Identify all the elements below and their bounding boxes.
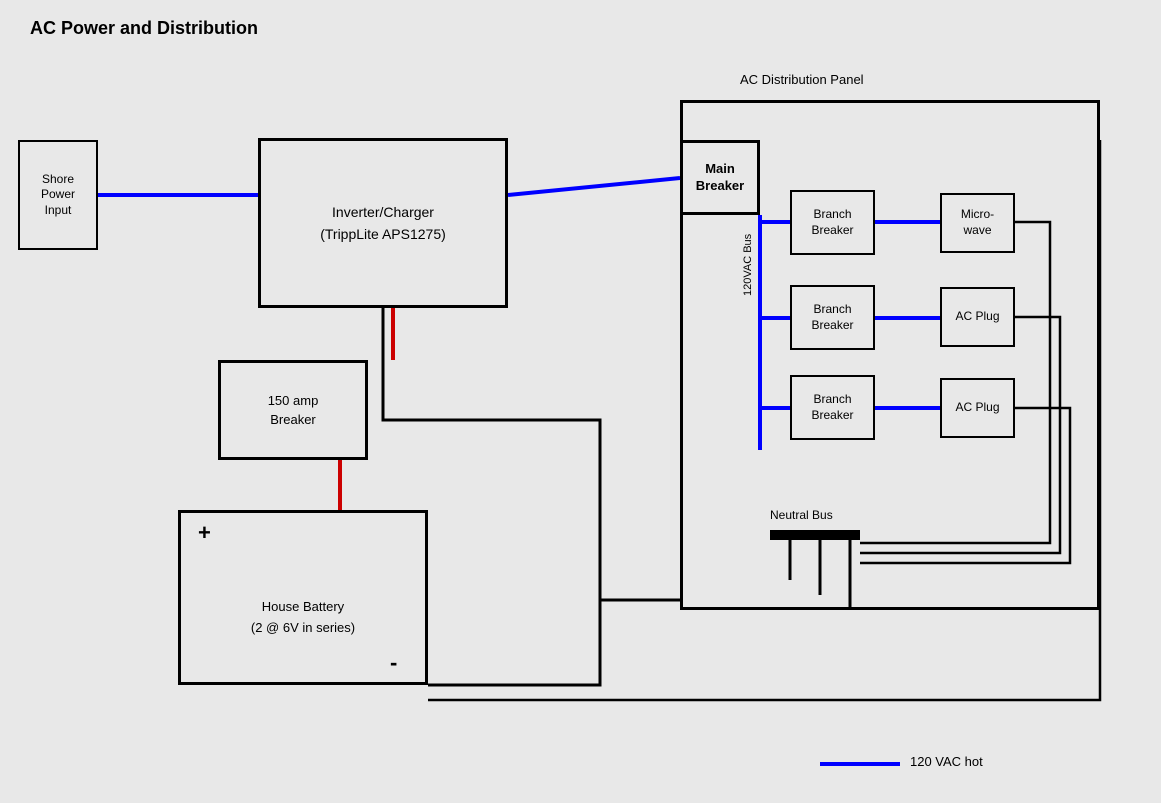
branch-breaker-2: BranchBreaker [790, 285, 875, 350]
battery-label: House Battery(2 @ 6V in series) [251, 597, 355, 639]
ac-plug-2-box: AC Plug [940, 378, 1015, 438]
battery-plus: + [198, 520, 211, 546]
legend-blue-line [820, 762, 900, 766]
shore-power-label: ShorePowerInput [41, 172, 75, 219]
neutral-bus-bar [770, 530, 860, 540]
branch-breaker-3: BranchBreaker [790, 375, 875, 440]
battery-minus: - [390, 650, 397, 676]
120vac-bus-label: 120VAC Bus [742, 234, 754, 296]
neutral-bus-label: Neutral Bus [770, 508, 833, 522]
ac-panel-label: AC Distribution Panel [740, 72, 864, 87]
inverter-box: Inverter/Charger(TrippLite APS1275) [258, 138, 508, 308]
shore-power-box: ShorePowerInput [18, 140, 98, 250]
inverter-label: Inverter/Charger(TrippLite APS1275) [320, 201, 446, 246]
microwave-box: Micro-wave [940, 193, 1015, 253]
page-title: AC Power and Distribution [30, 18, 258, 39]
branch-breaker-1: BranchBreaker [790, 190, 875, 255]
ac-plug-1-box: AC Plug [940, 287, 1015, 347]
breaker-150-label: 150 ampBreaker [268, 391, 319, 430]
main-breaker-box: MainBreaker [680, 140, 760, 215]
breaker-150-box: 150 ampBreaker [218, 360, 368, 460]
legend-blue-label: 120 VAC hot [910, 754, 983, 769]
main-breaker-label: MainBreaker [696, 161, 744, 195]
